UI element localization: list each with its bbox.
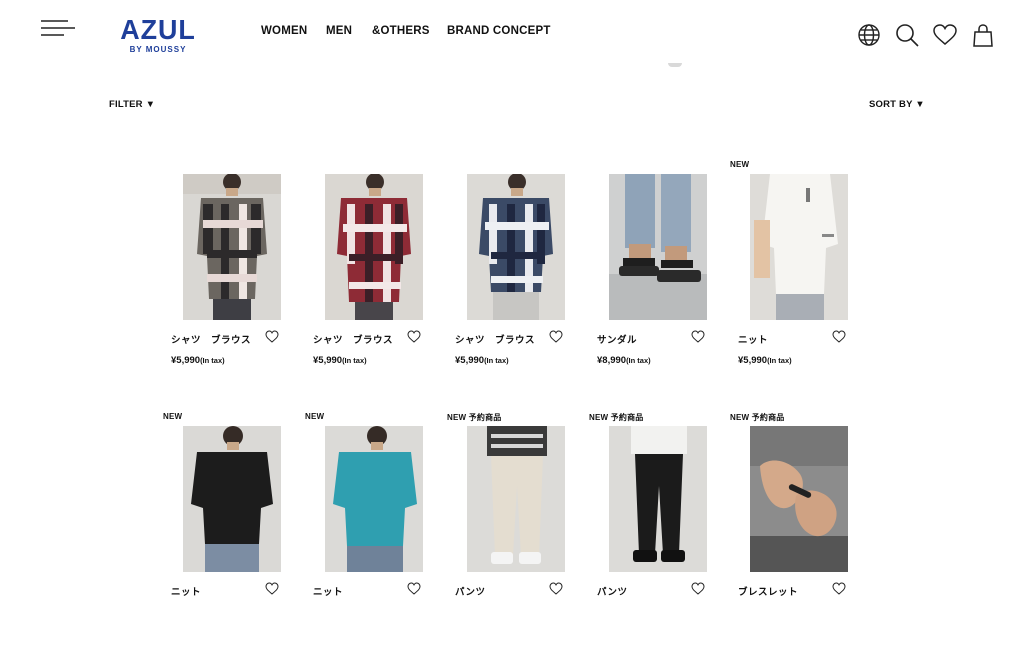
- product-image[interactable]: [183, 174, 281, 320]
- site-header: AZUL BY MOUSSY WOMEN MEN &OTHERS BRAND C…: [0, 0, 1024, 70]
- heart-icon[interactable]: [932, 22, 958, 48]
- favorite-heart-icon[interactable]: [407, 582, 421, 595]
- product-name: シャツ ブラウス: [313, 335, 394, 346]
- product-badge: NEW: [730, 160, 750, 169]
- product-name: パンツ: [597, 587, 628, 598]
- product-card[interactable]: サンダル ¥8,990(In tax): [589, 160, 731, 400]
- product-price: ¥5,990(In tax): [455, 355, 509, 366]
- favorite-heart-icon[interactable]: [832, 330, 846, 343]
- product-name: ニット: [313, 587, 344, 598]
- product-badge: NEW: [305, 412, 325, 421]
- favorite-heart-icon[interactable]: [407, 330, 421, 343]
- product-card[interactable]: シャツ ブラウス ¥5,990(In tax): [305, 160, 447, 400]
- brand-logo[interactable]: AZUL BY MOUSSY: [113, 16, 203, 58]
- product-card[interactable]: NEW 予約商品 パンツ: [447, 412, 589, 652]
- product-name: ニット: [738, 335, 769, 346]
- scroll-indicator: [668, 63, 682, 67]
- product-badge: NEW 予約商品: [589, 413, 644, 422]
- product-price: ¥5,990(In tax): [313, 355, 367, 366]
- nav-brand-concept[interactable]: BRAND CONCEPT: [447, 25, 551, 37]
- favorite-heart-icon[interactable]: [832, 582, 846, 595]
- search-icon[interactable]: [894, 22, 920, 48]
- product-card[interactable]: NEW 予約商品 ブレスレット: [730, 412, 872, 652]
- product-image[interactable]: [609, 174, 707, 320]
- product-name: ニット: [171, 587, 202, 598]
- globe-icon[interactable]: [856, 22, 882, 48]
- product-badge: NEW 予約商品: [730, 413, 785, 422]
- product-price: ¥5,990(In tax): [738, 355, 792, 366]
- favorite-heart-icon[interactable]: [265, 582, 279, 595]
- bag-icon[interactable]: [970, 22, 996, 48]
- product-image[interactable]: [750, 174, 848, 320]
- product-card[interactable]: NEW ニット: [163, 412, 305, 652]
- filter-button[interactable]: FILTER ▼: [109, 99, 155, 110]
- logo-subtitle: BY MOUSSY: [129, 45, 187, 54]
- product-card[interactable]: NEW ニット ¥5,990(In tax): [730, 160, 872, 400]
- product-name: サンダル: [597, 335, 638, 346]
- favorite-heart-icon[interactable]: [265, 330, 279, 343]
- product-card[interactable]: NEW ニット: [305, 412, 447, 652]
- favorite-heart-icon[interactable]: [549, 330, 563, 343]
- product-card[interactable]: シャツ ブラウス ¥5,990(In tax): [447, 160, 589, 400]
- product-price: ¥8,990(In tax): [597, 355, 651, 366]
- product-name: シャツ ブラウス: [171, 335, 252, 346]
- product-image[interactable]: [183, 426, 281, 572]
- product-name: ブレスレット: [738, 587, 799, 598]
- product-badge: NEW 予約商品: [447, 413, 502, 422]
- product-name: パンツ: [455, 587, 486, 598]
- favorite-heart-icon[interactable]: [691, 330, 705, 343]
- sort-button[interactable]: SORT BY ▼: [869, 99, 925, 110]
- product-card[interactable]: シャツ ブラウス ¥5,990(In tax): [163, 160, 305, 400]
- product-badge: NEW: [163, 412, 183, 421]
- product-image[interactable]: [750, 426, 848, 572]
- nav-women[interactable]: WOMEN: [261, 25, 307, 37]
- logo-wordmark: AZUL: [120, 14, 196, 45]
- product-image[interactable]: [467, 426, 565, 572]
- product-name: シャツ ブラウス: [455, 335, 536, 346]
- menu-icon[interactable]: [40, 18, 76, 40]
- favorite-heart-icon[interactable]: [691, 582, 705, 595]
- product-image[interactable]: [325, 174, 423, 320]
- product-price: ¥5,990(In tax): [171, 355, 225, 366]
- product-card[interactable]: NEW 予約商品 パンツ: [589, 412, 731, 652]
- product-image[interactable]: [609, 426, 707, 572]
- product-image[interactable]: [325, 426, 423, 572]
- nav-others[interactable]: &OTHERS: [372, 25, 430, 37]
- product-image[interactable]: [467, 174, 565, 320]
- favorite-heart-icon[interactable]: [549, 582, 563, 595]
- nav-men[interactable]: MEN: [326, 25, 352, 37]
